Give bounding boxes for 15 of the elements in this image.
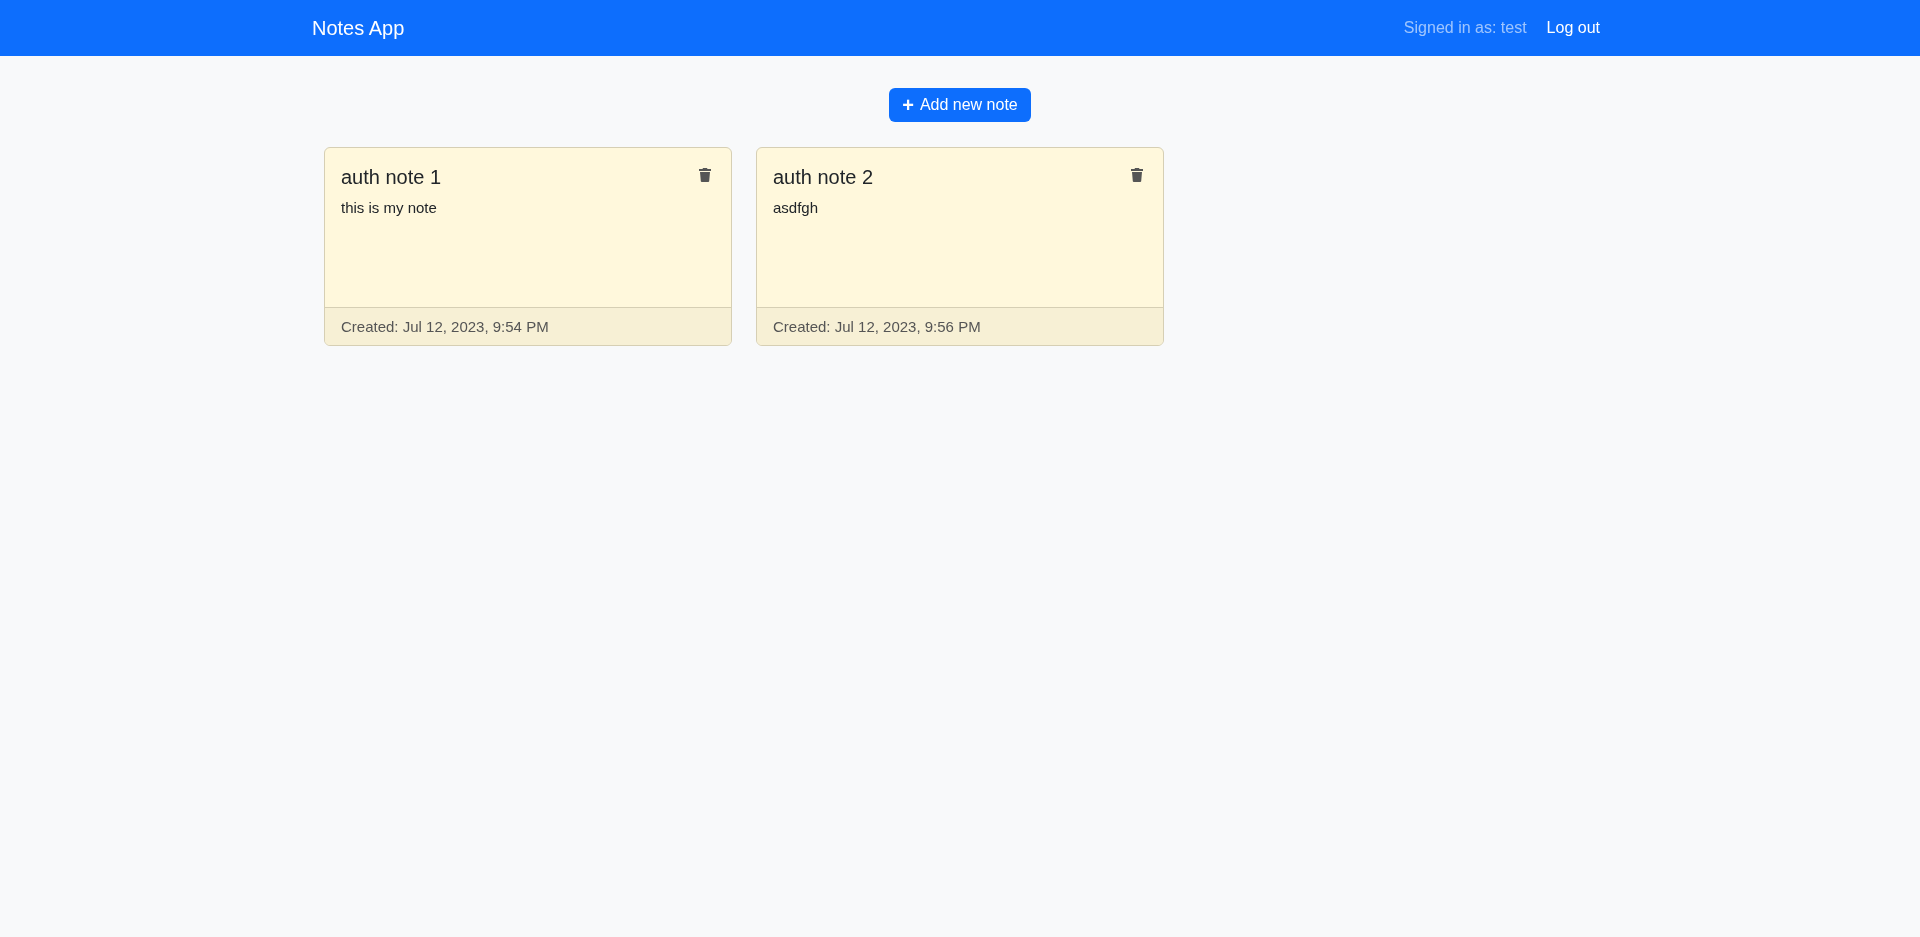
trash-icon[interactable] [1131,168,1143,182]
created-date: Created: Jul 12, 2023, 9:56 PM [773,318,981,335]
note-body: asdfgh [773,199,820,216]
logout-link[interactable]: Log out [1546,19,1600,37]
note-body: this is my note [341,199,438,216]
note-title: auth note 2 [773,166,874,189]
created-date: Created: Jul 12, 2023, 9:54 PM [341,318,549,335]
note-card[interactable]: auth note 2 asdfgh Created: Jul 12, 2023, 9:56 PM [756,147,1164,346]
note-card[interactable]: auth note 1 this is my note Created: Jul 12, 2023, 9:54 PM [324,147,732,346]
plus-icon: + [902,95,914,115]
trash-icon[interactable] [699,168,711,182]
add-note-button[interactable]: + Add new note [889,88,1031,122]
signed-in-text: Signed in as: test [1403,19,1527,37]
brand-link[interactable]: Notes App [312,16,405,40]
note-title: auth note 1 [341,166,442,189]
